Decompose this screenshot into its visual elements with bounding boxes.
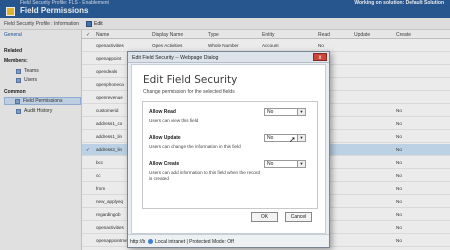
dialog-heading: Edit Field Security (143, 74, 238, 86)
mouse-cursor-icon: ➚ (289, 135, 296, 144)
close-icon[interactable]: x (313, 53, 327, 61)
allow-create-select[interactable]: No ▼ (264, 160, 306, 168)
chevron-down-icon: ▼ (297, 135, 305, 141)
allow-update-field: Allow Update Users can change the inform… (149, 135, 264, 150)
allow-read-help: Users can view this field (149, 118, 199, 123)
allow-create-label: Allow Create (149, 161, 180, 167)
allow-create-field: Allow Create Users can add information t… (149, 161, 264, 182)
allow-read-value: No (267, 109, 274, 115)
chevron-down-icon: ▼ (297, 109, 305, 115)
dialog-description: Change permission for the selected field… (143, 89, 235, 95)
allow-create-help: Users can add information to this field … (149, 170, 261, 181)
status-text: http://b Local intranet | Protected Mode… (130, 239, 234, 245)
chevron-down-icon: ▼ (297, 161, 305, 167)
globe-icon (147, 239, 153, 245)
allow-update-value: No (267, 135, 274, 141)
ok-button[interactable]: OK (251, 212, 278, 222)
permissions-panel: Allow Read Users can view this field No … (142, 101, 318, 209)
allow-update-label: Allow Update (149, 135, 181, 141)
dialog-statusbar: http://b Local intranet | Protected Mode… (128, 234, 329, 247)
dialog-window-title: Edit Field Security -- Webpage Dialog (132, 55, 219, 61)
dialog-titlebar[interactable]: Edit Field Security -- Webpage Dialog x (128, 52, 329, 63)
status-zone: Local intranet | Protected Mode: Off (155, 239, 234, 245)
cancel-button[interactable]: Cancel (285, 212, 312, 222)
allow-update-help: Users can change the information in this… (149, 144, 241, 149)
dialog-content: Edit Field Security Change permission fo… (131, 64, 326, 234)
allow-update-select[interactable]: No ▼ (264, 134, 306, 142)
edit-field-security-dialog: Edit Field Security -- Webpage Dialog x … (127, 51, 330, 248)
allow-create-value: No (267, 161, 274, 167)
allow-read-select[interactable]: No ▼ (264, 108, 306, 116)
status-url: http://b (130, 239, 146, 245)
allow-read-field: Allow Read Users can view this field (149, 109, 264, 124)
allow-read-label: Allow Read (149, 109, 176, 115)
